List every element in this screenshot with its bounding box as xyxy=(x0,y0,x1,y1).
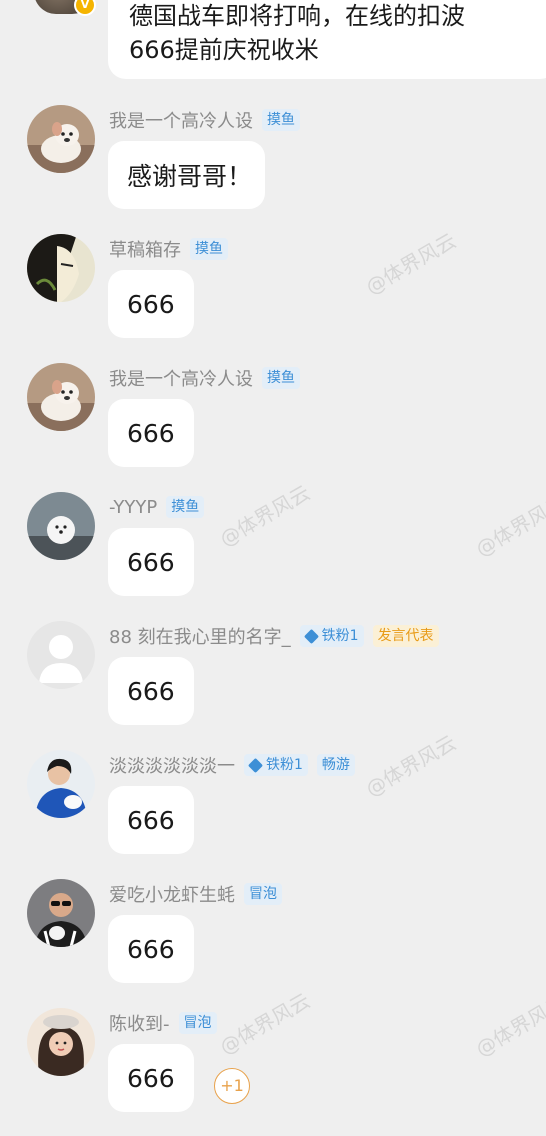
username-row: 爱吃小龙虾生蚝 冒泡 xyxy=(109,881,282,907)
fan-badge-label: 铁粉1 xyxy=(266,757,303,773)
level-badge: 冒泡 xyxy=(178,1012,217,1034)
dog-photo-icon[interactable] xyxy=(27,363,95,431)
message-bubble[interactable]: 感谢哥哥！ xyxy=(108,141,265,209)
verified-badge-icon: V xyxy=(74,0,96,16)
message-text: 666提前庆祝收米 xyxy=(129,36,319,64)
message-bubble[interactable]: 666 xyxy=(108,528,194,596)
message-bubble[interactable]: 666 xyxy=(108,786,194,854)
message-bubble[interactable]: 666 xyxy=(108,915,194,983)
chat-message: 我是一个高冷人设 摸鱼 感谢哥哥！ xyxy=(0,105,546,233)
username[interactable]: 爱吃小龙虾生蚝 xyxy=(109,881,235,907)
username[interactable]: 我是一个高冷人设 xyxy=(109,365,253,391)
username-row: 88 刻在我心里的名字_ 铁粉1 发言代表 xyxy=(109,623,439,649)
username[interactable]: 草稿箱存 xyxy=(109,236,181,262)
chat-feed[interactable]: V 德国战车即将打响，在线的扣波 666提前庆祝收米 我是一个高冷人设 摸鱼 感… xyxy=(0,0,546,1112)
username[interactable]: -YYYP xyxy=(109,497,157,518)
level-badge: 摸鱼 xyxy=(262,367,300,389)
username[interactable]: 陈收到- xyxy=(109,1010,170,1036)
sunglasses-man-icon[interactable] xyxy=(27,879,95,947)
message-bubble[interactable]: 666 xyxy=(108,1044,194,1112)
username-row: 淡淡淡淡淡淡一 铁粉1 畅游 xyxy=(109,752,355,778)
level-badge: 摸鱼 xyxy=(166,496,205,518)
illustrated-girl-icon[interactable] xyxy=(27,1008,95,1076)
default-person-icon[interactable] xyxy=(27,621,95,689)
diamond-icon xyxy=(247,757,264,773)
fan-badge: 铁粉1 xyxy=(244,754,308,776)
message-text: 德国战车即将打响，在线的扣波 xyxy=(129,2,465,30)
white-dog-icon[interactable] xyxy=(27,492,95,560)
blue-jacket-person-icon[interactable] xyxy=(27,750,95,818)
username-row: 我是一个高冷人设 摸鱼 xyxy=(109,107,300,133)
anime-character-icon[interactable] xyxy=(27,234,95,302)
username-row: 陈收到- 冒泡 xyxy=(109,1010,217,1036)
fan-badge-label: 铁粉1 xyxy=(321,628,359,644)
chat-message: 88 刻在我心里的名字_ 铁粉1 发言代表 666 xyxy=(0,621,546,749)
chat-message: -YYYP 摸鱼 666 xyxy=(0,492,546,620)
username-row: 草稿箱存 摸鱼 xyxy=(109,236,228,262)
level-badge: 摸鱼 xyxy=(262,109,300,131)
speaker-badge: 发言代表 xyxy=(372,625,439,647)
chat-message: 淡淡淡淡淡淡一 铁粉1 畅游 666 xyxy=(0,750,546,878)
username-row: 我是一个高冷人设 摸鱼 xyxy=(109,365,300,391)
chat-message: 草稿箱存 摸鱼 666 xyxy=(0,234,546,362)
message-bubble[interactable]: 666 xyxy=(108,270,194,338)
message-bubble[interactable]: 666 xyxy=(108,657,194,725)
username[interactable]: 88 刻在我心里的名字_ xyxy=(109,623,291,649)
diamond-icon xyxy=(303,628,319,644)
username[interactable]: 淡淡淡淡淡淡一 xyxy=(109,752,235,778)
fan-badge: 铁粉1 xyxy=(299,625,364,647)
level-badge: 冒泡 xyxy=(244,883,282,905)
chat-message: 陈收到- 冒泡 666 +1 xyxy=(0,1008,546,1136)
chat-message: 爱吃小龙虾生蚝 冒泡 666 xyxy=(0,879,546,1007)
level-badge: 畅游 xyxy=(316,754,355,776)
chat-message: 我是一个高冷人设 摸鱼 666 xyxy=(0,363,546,491)
dog-photo-icon[interactable] xyxy=(27,105,95,173)
username-row: -YYYP 摸鱼 xyxy=(109,494,205,520)
plus-one-button[interactable]: +1 xyxy=(214,1068,250,1104)
username[interactable]: 我是一个高冷人设 xyxy=(109,107,253,133)
message-bubble[interactable]: 666 xyxy=(108,399,194,467)
level-badge: 摸鱼 xyxy=(190,238,228,260)
